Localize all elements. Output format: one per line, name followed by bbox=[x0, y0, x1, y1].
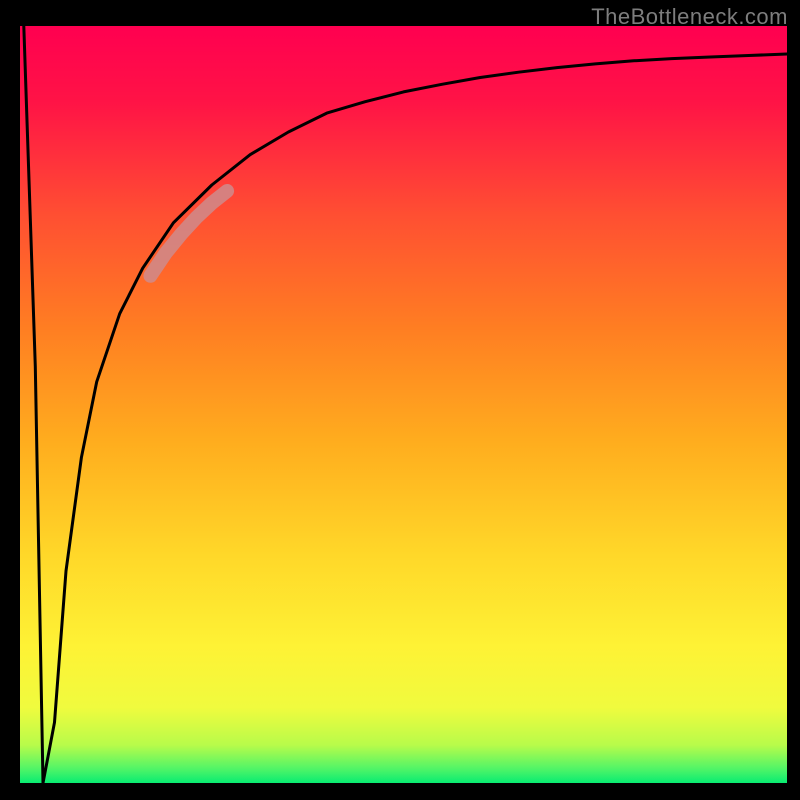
bottleneck-chart bbox=[0, 0, 800, 800]
watermark-text: TheBottleneck.com bbox=[591, 4, 788, 30]
plot-background bbox=[20, 26, 787, 783]
chart-stage: TheBottleneck.com bbox=[0, 0, 800, 800]
